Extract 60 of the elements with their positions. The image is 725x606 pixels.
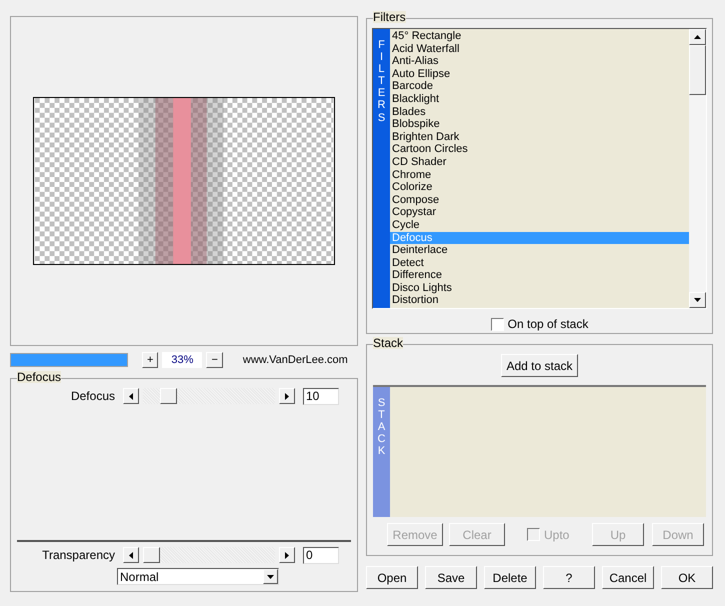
website-link[interactable]: www.VanDerLee.com	[242, 352, 348, 368]
group-title: Stack	[373, 337, 404, 349]
left-arrow-button[interactable]	[123, 388, 139, 404]
filter-item[interactable]: Barcode	[390, 80, 689, 93]
side-label: FILTERS	[373, 29, 390, 308]
filter-item[interactable]: Colorize	[390, 181, 689, 194]
button[interactable]: Open	[366, 566, 418, 589]
button[interactable]: Cancel	[602, 566, 654, 589]
group-title: Filters	[373, 11, 406, 23]
filter-item[interactable]: Disco Lights	[390, 282, 689, 294]
right-triangle-icon	[285, 552, 289, 558]
button[interactable]: Delete	[484, 566, 536, 589]
button[interactable]: OK	[661, 566, 713, 589]
button[interactable]: ?	[543, 566, 595, 589]
filter-item[interactable]: Auto Ellipse	[390, 68, 689, 80]
checkbox-label: Upto	[544, 526, 570, 544]
filter-item[interactable]: Blobspike	[390, 118, 689, 131]
left-triangle-icon	[129, 392, 133, 400]
button[interactable]: +	[142, 352, 158, 368]
filter-item[interactable]: Cycle	[390, 218, 689, 232]
filter-item[interactable]: Distortion	[390, 294, 689, 308]
filter-item[interactable]: Anti-Alias	[390, 55, 689, 68]
value-field[interactable]: 10	[303, 388, 339, 404]
value-field[interactable]: 0	[303, 546, 339, 564]
filter-item[interactable]: Acid Waterfall	[390, 42, 689, 56]
dropdown-arrow-icon	[267, 574, 274, 578]
left-triangle-icon	[129, 552, 133, 558]
slider-thumb[interactable]	[160, 388, 178, 404]
right-arrow-button[interactable]	[279, 388, 295, 404]
filter-item[interactable]: Blades	[390, 106, 689, 118]
filter-item[interactable]: Compose	[390, 194, 689, 206]
button[interactable]: Add to stack	[501, 354, 578, 377]
filter-item[interactable]: Detect	[390, 256, 689, 270]
scrollbar-thumb[interactable]	[689, 45, 706, 95]
up-triangle-icon	[694, 35, 701, 39]
group-title: Defocus	[17, 371, 62, 383]
filter-item[interactable]: Blacklight	[390, 92, 689, 106]
filter-item[interactable]: 45° Rectangle	[390, 30, 689, 43]
side-label: STACK	[373, 387, 390, 517]
blend-mode-dropdown[interactable]: Normal	[117, 568, 279, 585]
right-arrow-button[interactable]	[279, 547, 295, 563]
zoom-level: 33%	[162, 352, 202, 368]
filter-item[interactable]: Deinterlace	[390, 244, 689, 257]
down-triangle-icon	[694, 298, 701, 302]
filter-item[interactable]: Chrome	[390, 168, 689, 182]
filter-item[interactable]: CD Shader	[390, 156, 689, 169]
filter-item[interactable]: Difference	[390, 269, 689, 282]
slider-label: Defocus	[70, 388, 116, 405]
slider-label: Transparency	[41, 547, 116, 564]
filter-item[interactable]: Brighten Dark	[390, 130, 689, 144]
scrollbar[interactable]	[689, 29, 706, 308]
filter-item[interactable]: Copystar	[390, 206, 689, 219]
filter-item[interactable]: Cartoon Circles	[390, 143, 689, 156]
checkbox[interactable]	[490, 318, 504, 330]
slider-thumb[interactable]	[143, 547, 160, 563]
button[interactable]: Save	[425, 566, 477, 589]
button[interactable]: −	[206, 352, 223, 368]
right-triangle-icon	[285, 392, 289, 400]
left-arrow-button[interactable]	[123, 547, 139, 563]
checkbox-label: On top of stack	[508, 316, 588, 333]
